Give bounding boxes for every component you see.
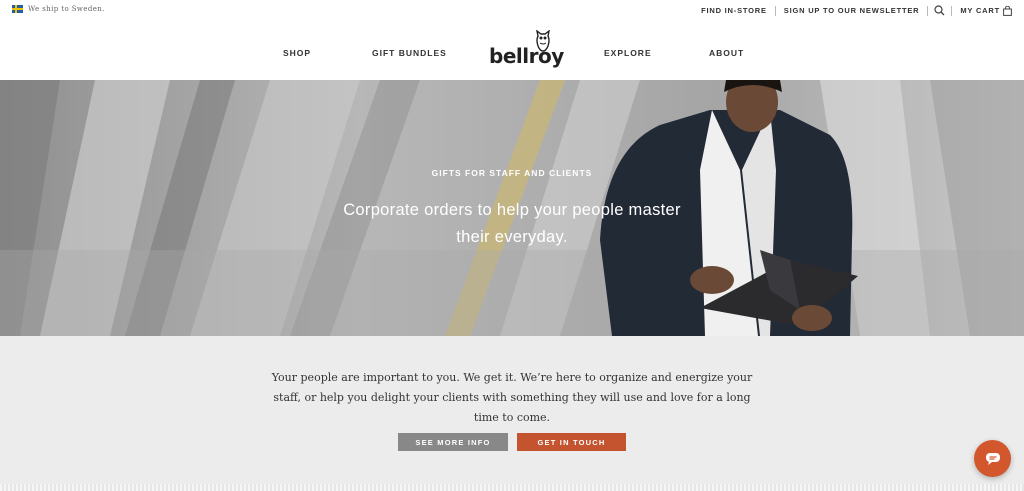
sweden-flag-icon — [12, 5, 23, 13]
shipping-text: We ship to Sweden. — [28, 5, 105, 13]
utility-bar: We ship to Sweden. FIND IN-STORE SIGN UP… — [0, 0, 1024, 20]
search-icon[interactable] — [928, 5, 951, 16]
chat-button[interactable] — [974, 440, 1011, 477]
shopping-bag-icon[interactable] — [1003, 5, 1012, 16]
intro-paragraph: Your people are important to you. We get… — [271, 371, 753, 424]
hero-banner: GIFTS FOR STAFF AND CLIENTS Corporate or… — [0, 80, 1024, 336]
hero-headline: Corporate orders to help your people mas… — [343, 201, 681, 246]
my-cart-link[interactable]: MY CART — [952, 6, 1003, 15]
nav-explore[interactable]: EXPLORE — [604, 48, 652, 58]
shipping-notice: We ship to Sweden. — [12, 5, 105, 13]
chat-icon — [985, 452, 1000, 465]
utility-links: FIND IN-STORE SIGN UP TO OUR NEWSLETTER … — [693, 5, 1012, 16]
hero-eyebrow: GIFTS FOR STAFF AND CLIENTS — [431, 168, 593, 178]
find-in-store-link[interactable]: FIND IN-STORE — [693, 6, 775, 15]
get-in-touch-button[interactable]: GET IN TOUCH — [517, 433, 626, 451]
section-divider — [0, 484, 1024, 491]
see-more-info-button[interactable]: SEE MORE INFO — [398, 433, 508, 451]
bellroy-logo[interactable]: bellroy — [489, 30, 564, 70]
nav-about[interactable]: ABOUT — [709, 48, 744, 58]
nav-gift-bundles[interactable]: GIFT BUNDLES — [372, 48, 447, 58]
main-navigation: SHOP GIFT BUNDLES bellroy EXPLORE ABOUT — [0, 20, 1024, 80]
newsletter-link[interactable]: SIGN UP TO OUR NEWSLETTER — [776, 6, 928, 15]
intro-section: Your people are important to you. We get… — [0, 336, 1024, 491]
nav-shop[interactable]: SHOP — [283, 48, 311, 58]
logo-wordmark: bellroy — [489, 44, 564, 68]
